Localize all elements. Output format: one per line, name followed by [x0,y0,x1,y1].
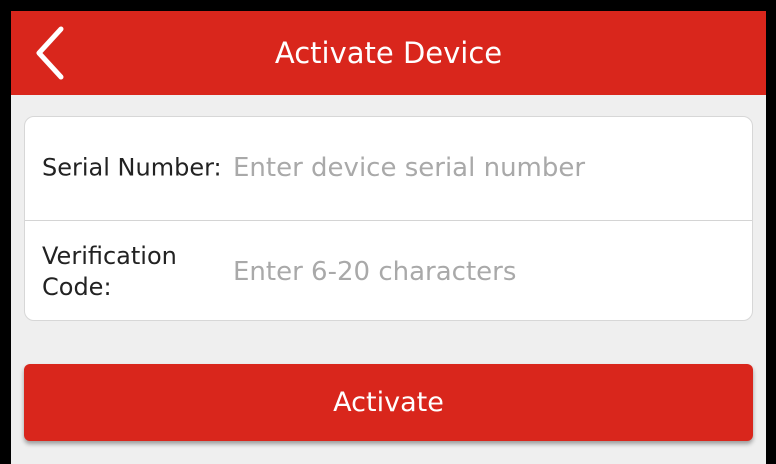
back-button[interactable] [25,21,85,85]
page-title: Activate Device [274,36,503,70]
serial-number-row: Serial Number: [25,117,752,219]
verification-code-label: Verification Code: [42,242,177,301]
verification-code-row: Verification Code: [25,221,752,323]
verification-code-input[interactable] [233,250,733,294]
serial-number-input[interactable] [233,146,733,190]
chevron-left-icon [36,26,64,80]
activate-button[interactable]: Activate [24,364,753,441]
activation-form: Serial Number: Verification Code: [24,116,753,321]
serial-number-label: Serial Number: [42,153,222,182]
app-header: Activate Device [11,11,766,95]
app-window: Activate Device Serial Number: Verificat… [11,11,766,464]
